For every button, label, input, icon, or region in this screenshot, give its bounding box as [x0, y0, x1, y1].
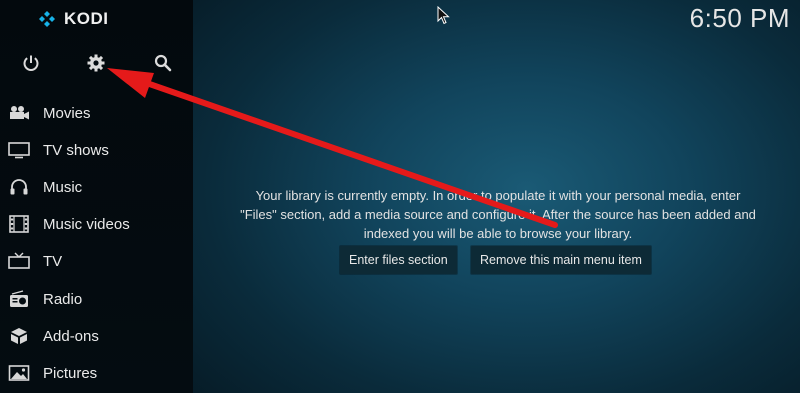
sidebar-item-label: Add-ons — [43, 327, 99, 345]
headphones-icon — [10, 179, 28, 195]
sidebar-item-label: TV — [43, 252, 63, 270]
addons-box-icon — [11, 328, 27, 344]
sidebar-item-label: Music — [43, 178, 83, 196]
sidebar-item-add-ons[interactable]: Add-ons — [0, 321, 193, 351]
sidebar-item-tv-shows[interactable]: TV shows — [0, 135, 193, 165]
message-line: Your library is currently empty. In orde… — [255, 188, 741, 203]
enter-files-section-button[interactable]: Enter files section — [340, 246, 457, 274]
movie-camera-icon — [10, 106, 29, 120]
radio-icon — [10, 290, 28, 307]
sidebar-item-tv[interactable]: TV — [0, 246, 193, 276]
sidebar-item-music-videos[interactable]: Music videos — [0, 209, 193, 239]
picture-icon — [8, 365, 30, 381]
mouse-cursor-icon — [437, 6, 450, 25]
clock: 6:50 PM — [689, 3, 790, 33]
sidebar-item-label: Pictures — [43, 364, 98, 382]
gear-icon[interactable] — [86, 53, 106, 73]
sidebar: KODI Movies TV shows Music Music videos … — [0, 0, 193, 393]
message-line: indexed you will be able to browse your … — [363, 226, 633, 241]
sidebar-item-radio[interactable]: Radio — [0, 284, 193, 314]
kodi-logo-text: KODI — [64, 9, 109, 28]
sidebar-item-pictures[interactable]: Pictures — [0, 358, 193, 388]
tv-antenna-icon — [8, 252, 30, 269]
search-icon[interactable] — [153, 53, 173, 73]
power-icon[interactable] — [21, 53, 41, 73]
kodi-logo[interactable]: KODI — [38, 9, 109, 29]
film-strip-icon — [9, 215, 29, 233]
sidebar-item-label: Movies — [43, 104, 91, 122]
sidebar-item-movies[interactable]: Movies — [0, 98, 193, 128]
sidebar-item-music[interactable]: Music — [0, 172, 193, 202]
sidebar-item-label: Radio — [43, 290, 83, 308]
sidebar-item-label: Music videos — [43, 215, 130, 233]
tv-icon — [8, 142, 30, 159]
remove-main-menu-item-button[interactable]: Remove this main menu item — [471, 246, 651, 274]
empty-library-message: Your library is currently empty. In orde… — [215, 186, 781, 243]
kodi-logo-icon — [39, 11, 55, 27]
sidebar-item-label: TV shows — [43, 141, 109, 159]
message-line: "Files" section, add a media source and … — [240, 207, 756, 222]
